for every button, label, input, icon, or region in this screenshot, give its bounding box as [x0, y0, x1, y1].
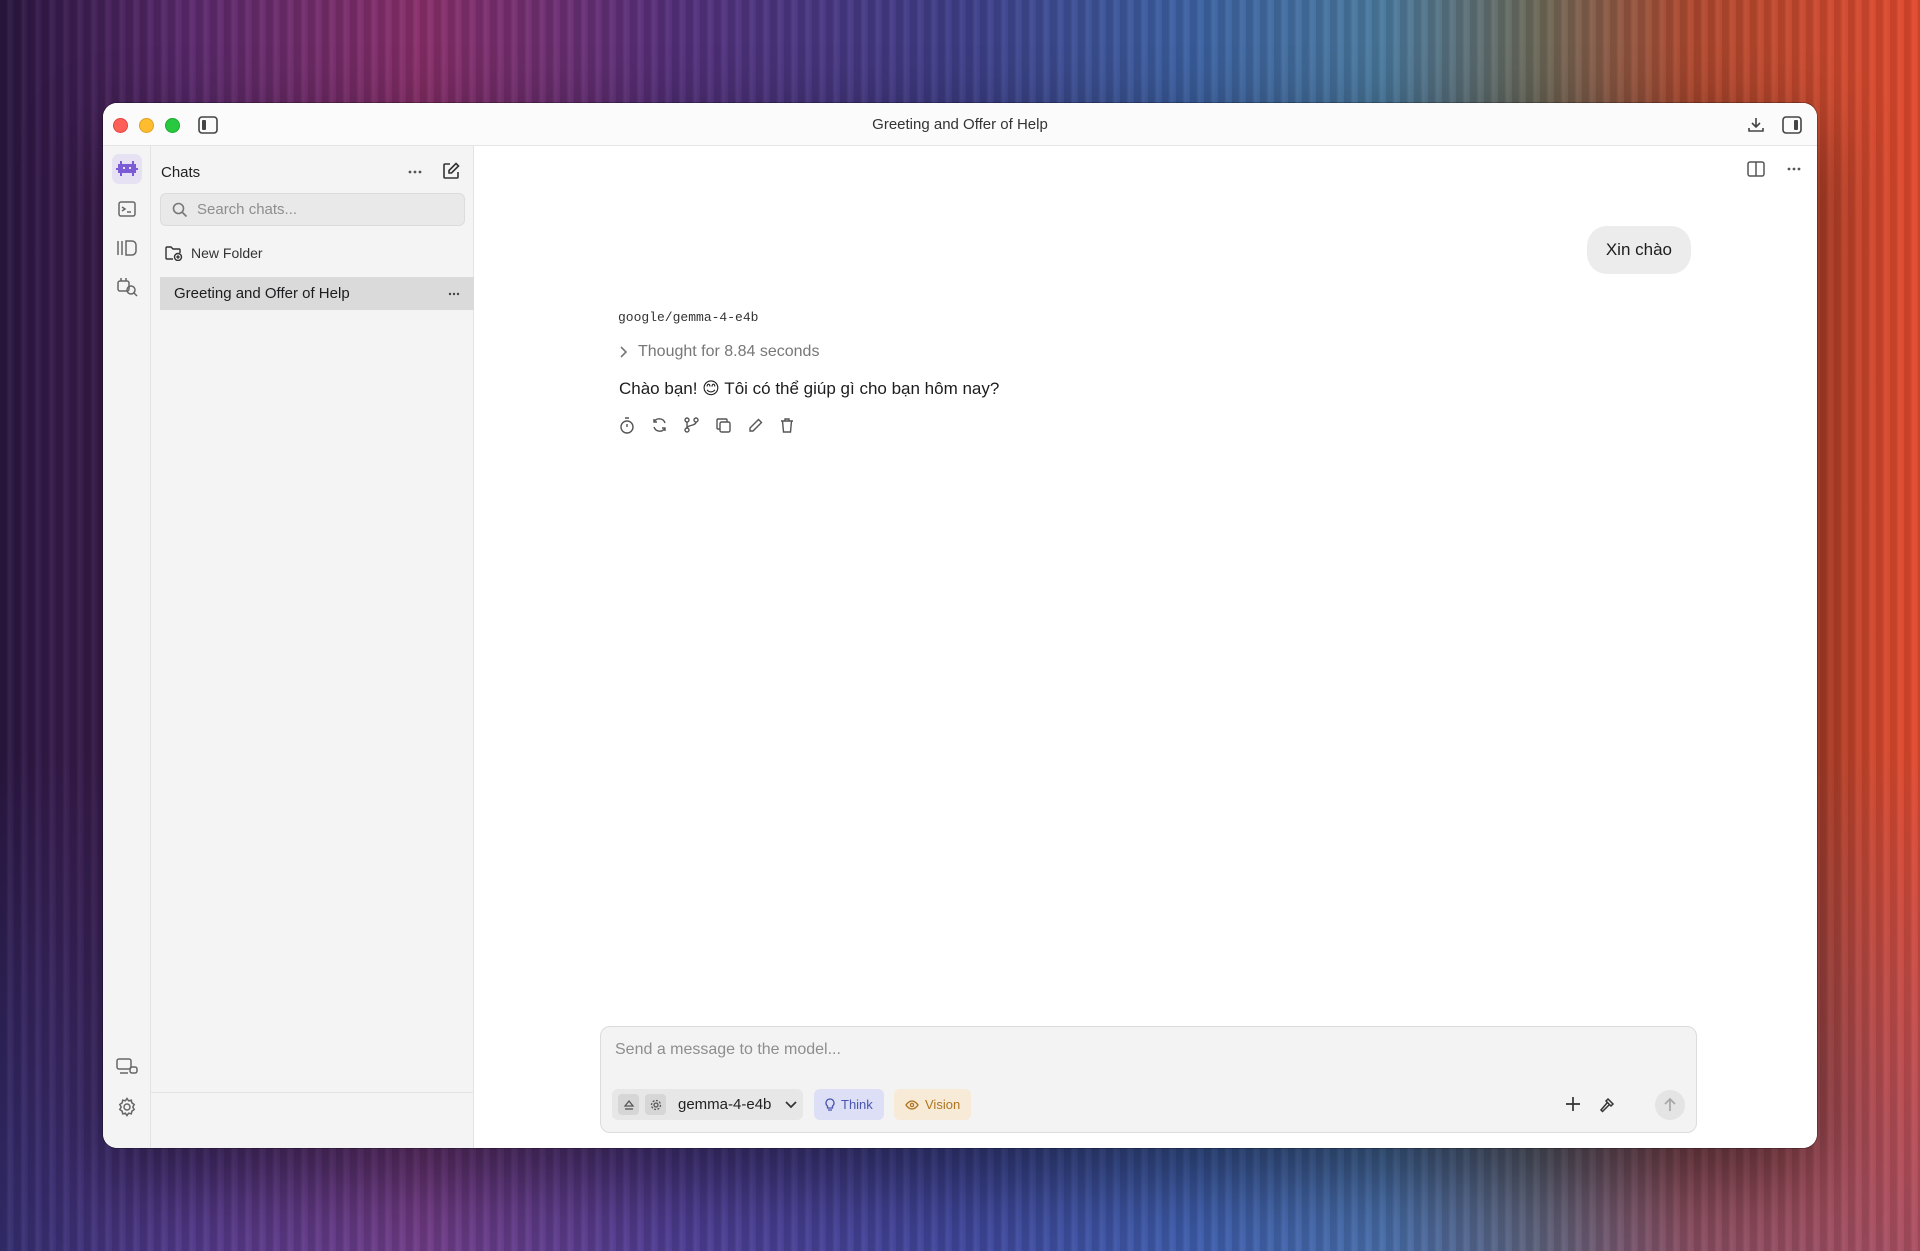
- sidebar-footer: [151, 1092, 473, 1148]
- rail-item-settings[interactable]: [112, 1092, 142, 1122]
- window-title: Greeting and Offer of Help: [872, 116, 1048, 133]
- rail-item-developer[interactable]: [112, 194, 142, 224]
- model-search-icon: [117, 278, 138, 297]
- branch-icon[interactable]: [682, 416, 700, 434]
- new-chat-button[interactable]: [439, 159, 463, 183]
- rail-item-models[interactable]: [112, 233, 142, 263]
- vision-badge: Vision: [894, 1089, 972, 1120]
- library-icon: [117, 240, 137, 256]
- new-folder-label: New Folder: [191, 245, 263, 261]
- gear-icon: [118, 1097, 136, 1117]
- search-box: [160, 193, 465, 226]
- split-view-button[interactable]: [1745, 158, 1767, 180]
- chevron-right-icon: [620, 346, 628, 358]
- new-folder-button[interactable]: New Folder: [165, 242, 263, 264]
- rail-item-chat[interactable]: [112, 154, 142, 184]
- chat-list-item[interactable]: Greeting and Offer of Help: [160, 277, 474, 310]
- sidebar-title: Chats: [161, 164, 201, 181]
- folder-plus-icon: [165, 246, 183, 261]
- eject-icon[interactable]: [618, 1094, 639, 1115]
- delete-icon[interactable]: [778, 416, 796, 434]
- think-toggle[interactable]: Think: [814, 1089, 884, 1120]
- compose-icon: [443, 162, 460, 179]
- nav-rail: [103, 146, 151, 1148]
- copy-icon[interactable]: [714, 416, 732, 434]
- plus-icon: [1566, 1097, 1580, 1111]
- more-horizontal-icon: [448, 292, 460, 296]
- hammer-icon: [1599, 1097, 1614, 1113]
- download-icon: [1748, 118, 1764, 132]
- app-window: Greeting and Offer of Help Chats Search …: [103, 103, 1817, 1148]
- vision-label: Vision: [925, 1097, 961, 1112]
- model-selector[interactable]: gemma-4-e4b: [612, 1089, 804, 1120]
- chat-title: Greeting and Offer of Help: [174, 285, 350, 302]
- selected-model-label: gemma-4-e4b: [678, 1096, 772, 1113]
- right-panel-icon: [1782, 116, 1802, 134]
- terminal-icon: [118, 201, 136, 217]
- arrow-up-icon: [1664, 1098, 1676, 1111]
- message-actions: [618, 416, 796, 434]
- stopwatch-icon[interactable]: [618, 416, 636, 434]
- chat-item-more-button[interactable]: [446, 286, 462, 302]
- message-input[interactable]: [615, 1041, 1675, 1067]
- model-name: google/gemma-4-e4b: [618, 310, 759, 325]
- devices-icon: [116, 1058, 138, 1074]
- thought-toggle[interactable]: Thought for 8.84 seconds: [618, 343, 819, 361]
- thought-label: Thought for 8.84 seconds: [638, 343, 820, 360]
- chat-more-button[interactable]: [1783, 158, 1805, 180]
- chats-sidebar: Chats New Folder Greeting and Offer of H…: [151, 146, 474, 1148]
- toggle-right-panel-button[interactable]: [1781, 114, 1803, 136]
- title-bar: Greeting and Offer of Help: [103, 103, 1817, 146]
- user-message: Xin chào: [1586, 226, 1691, 274]
- more-horizontal-icon: [408, 170, 422, 174]
- message-composer: gemma-4-e4b Think Vision: [600, 1026, 1697, 1133]
- model-settings-icon[interactable]: [645, 1094, 666, 1115]
- assistant-reply: Chào bạn! 😊 Tôi có thể giúp gì cho bạn h…: [619, 379, 1000, 398]
- rail-item-discover[interactable]: [112, 272, 142, 302]
- download-button[interactable]: [1745, 114, 1767, 136]
- edit-icon[interactable]: [746, 416, 764, 434]
- search-icon: [172, 202, 188, 218]
- lightbulb-icon: [825, 1097, 835, 1111]
- think-label: Think: [841, 1097, 873, 1112]
- bot-icon: [116, 161, 138, 176]
- more-horizontal-icon: [1787, 167, 1801, 171]
- send-button[interactable]: [1655, 1090, 1685, 1120]
- tools-button[interactable]: [1596, 1093, 1618, 1115]
- sidebar-more-button[interactable]: [403, 160, 427, 184]
- add-attachment-button[interactable]: [1562, 1093, 1584, 1115]
- rail-item-devices[interactable]: [112, 1052, 142, 1082]
- split-view-icon: [1747, 161, 1765, 177]
- chat-main: Xin chào google/gemma-4-e4b Thought for …: [475, 146, 1817, 1148]
- regenerate-icon[interactable]: [650, 416, 668, 434]
- search-input[interactable]: [197, 194, 457, 225]
- chevron-down-icon: [785, 1100, 797, 1108]
- eye-icon: [905, 1099, 919, 1110]
